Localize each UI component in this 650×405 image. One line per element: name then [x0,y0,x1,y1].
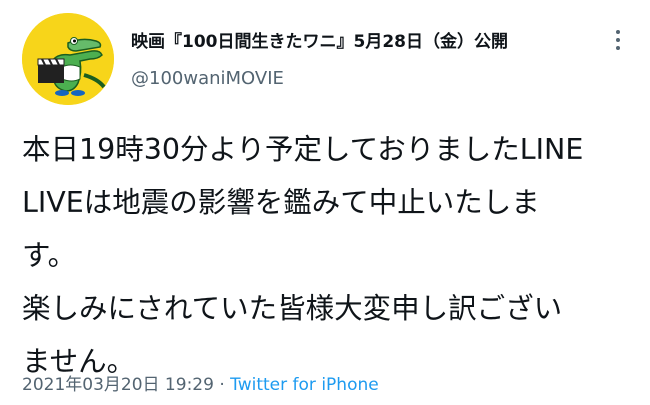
crocodile-clapperboard-icon [22,13,114,105]
tweet-timestamp[interactable]: 2021年03月20日 19:29 [22,375,214,395]
tweet-meta: 2021年03月20日 19:29 · Twitter for iPhone [22,370,379,395]
meta-separator: · [213,375,231,395]
tweet-source-link[interactable]: Twitter for iPhone [230,375,379,395]
tweet-text-line: す。 [22,239,77,272]
avatar[interactable] [22,13,114,105]
tweet-text: 本日19時30分より予定しておりましたLINE LIVEは地震の影響を鑑みて中止… [22,123,632,388]
more-vertical-icon[interactable] [605,26,631,56]
tweet: 映画『100日間生きたワニ』5月28日（金）公開 @100waniMOVIE 本… [0,0,650,405]
more-dot [616,38,620,42]
user-handle[interactable]: @100waniMOVIE [131,68,284,89]
more-dot [616,30,620,34]
more-dot [616,46,620,50]
tweet-text-line: 楽しみにされていた皆様大変申し訳ござい [22,292,563,325]
display-name[interactable]: 映画『100日間生きたワニ』5月28日（金）公開 [131,32,508,52]
tweet-text-line: LIVEは地震の影響を鑑みて中止いたしま [22,186,540,219]
tweet-text-line: 本日19時30分より予定しておりましたLINE [22,133,584,166]
name-row: 映画『100日間生きたワニ』5月28日（金）公開 [131,27,611,55]
